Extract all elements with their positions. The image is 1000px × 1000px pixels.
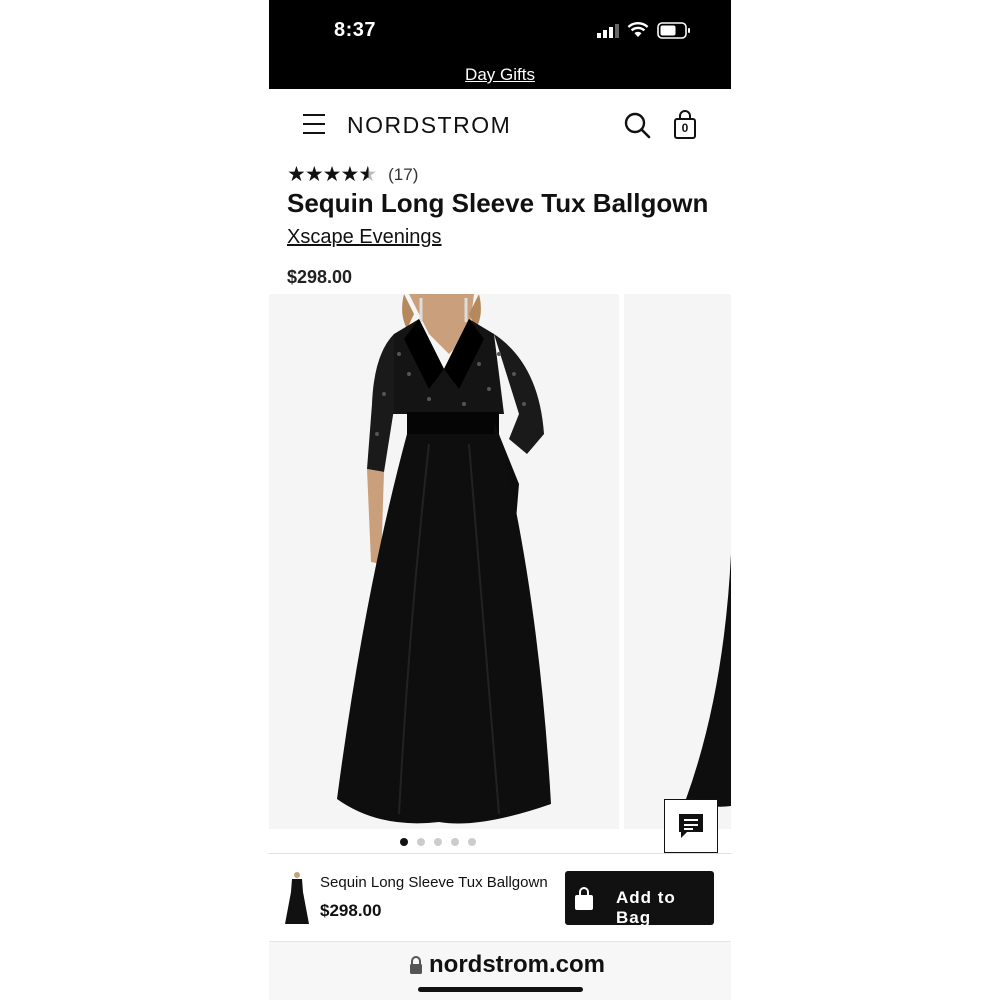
home-indicator[interactable] (418, 987, 583, 992)
promo-banner[interactable]: Day Gifts (269, 62, 731, 89)
status-bar: 8:37 (269, 0, 731, 62)
star-icon: ★ (304, 163, 324, 186)
image-gallery[interactable] (269, 294, 731, 829)
carousel-dot[interactable] (468, 838, 476, 846)
battery-icon (657, 22, 690, 39)
carousel-dot[interactable] (417, 838, 425, 846)
product-rating[interactable]: ★ ★ ★ ★ ★ (17) (287, 164, 418, 185)
shopping-bag-button[interactable]: 0 (673, 110, 697, 140)
lock-icon (410, 956, 422, 974)
status-time: 8:37 (334, 19, 377, 41)
sticky-product-price: $298.00 (320, 901, 382, 920)
product-price: $298.00 (287, 267, 353, 287)
star-icon: ★ (287, 163, 306, 186)
star-icon: ★ (322, 163, 342, 186)
search-icon[interactable] (624, 112, 651, 139)
shopping-bag-icon (575, 887, 593, 910)
add-to-bag-label: Add to Bag (616, 888, 676, 927)
carousel-dots[interactable] (269, 838, 669, 846)
sticky-add-to-bag-bar: Sequin Long Sleeve Tux Ballgown $298.00 … (269, 853, 731, 942)
bag-count: 0 (681, 121, 689, 135)
wifi-icon (627, 22, 649, 37)
promo-link[interactable]: Day Gifts (465, 65, 535, 84)
browser-address-bar[interactable]: nordstrom.com (269, 941, 731, 1000)
nordstrom-logo[interactable]: NORDSTROM (347, 112, 511, 139)
dress-partial-illustration (686, 554, 731, 807)
add-to-bag-button[interactable]: Add to Bag (565, 871, 714, 927)
chat-icon (679, 814, 703, 838)
product-title: Sequin Long Sleeve Tux Ballgown (287, 188, 709, 218)
cellular-signal-icon (597, 24, 619, 38)
chat-button[interactable] (664, 799, 718, 853)
hamburger-icon[interactable] (303, 114, 325, 134)
site-header: NORDSTROM 0 (269, 89, 731, 161)
sticky-product-title: Sequin Long Sleeve Tux Ballgown (320, 874, 548, 891)
url-text[interactable]: nordstrom.com (429, 951, 605, 979)
star-icon: ★ (340, 163, 360, 186)
product-image[interactable] (269, 294, 619, 829)
review-count[interactable]: (17) (388, 165, 418, 185)
phone-screen: 8:37 Day Gifts NORDSTROM 0 ★ ★ ★ ★ ★ (17… (269, 0, 731, 1000)
carousel-dot[interactable] (451, 838, 459, 846)
carousel-dot[interactable] (434, 838, 442, 846)
carousel-dot[interactable] (400, 838, 408, 846)
star-half-icon: ★ (358, 163, 378, 186)
product-thumbnail (285, 872, 309, 924)
next-product-image[interactable] (624, 294, 731, 829)
star-rating: ★ ★ ★ ★ ★ (287, 163, 378, 186)
brand-link[interactable]: Xscape Evenings (287, 226, 442, 249)
dress-illustration (337, 294, 551, 824)
